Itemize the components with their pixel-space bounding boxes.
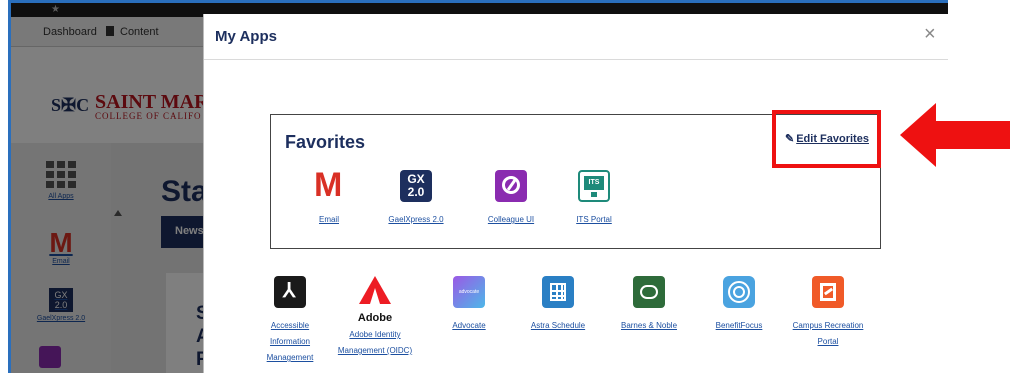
- app-label: Advocate: [452, 321, 486, 330]
- favorite-app-email[interactable]: M Email: [293, 166, 365, 228]
- modal-divider: [204, 59, 948, 60]
- app-benefitfocus[interactable]: BenefitFocus: [702, 276, 776, 334]
- app-label: ITS Portal: [576, 215, 612, 224]
- accessible-icon: ⅄: [274, 276, 306, 308]
- advocate-icon: advocate: [453, 276, 485, 308]
- colleague-icon: [495, 170, 527, 202]
- app-label: GaelXpress 2.0: [388, 215, 444, 224]
- its-portal-icon: ITS: [578, 170, 610, 202]
- favorite-app-its-portal[interactable]: ITS ITS Portal: [558, 170, 630, 228]
- app-advocate[interactable]: advocate Advocate: [434, 276, 504, 334]
- app-label: Accessible Information Management: [266, 321, 314, 362]
- red-arrow-icon: [900, 103, 1010, 167]
- edit-favorites-link[interactable]: ✎ Edit Favorites: [785, 132, 869, 145]
- app-barnes-noble[interactable]: Barnes & Noble: [609, 276, 689, 334]
- benefitfocus-icon: [723, 276, 755, 308]
- app-label: Email: [318, 215, 339, 224]
- app-accessible-information-management[interactable]: ⅄ Accessible Information Management: [252, 276, 328, 366]
- app-label: Adobe Identity Management (OIDC): [337, 330, 413, 355]
- edit-favorites-label: Edit Favorites: [796, 133, 869, 145]
- app-label: Colleague UI: [487, 215, 535, 224]
- gmail-icon: M: [313, 166, 345, 204]
- close-icon[interactable]: ×: [924, 24, 936, 44]
- adobe-wordmark: Adobe: [357, 312, 393, 324]
- campus-recreation-icon: [812, 276, 844, 308]
- favorites-panel: Favorites ✎ Edit Favorites M Email GX 2.0 …: [270, 114, 881, 249]
- app-astra-schedule[interactable]: Astra Schedule: [518, 276, 598, 334]
- app-campus-recreation-portal[interactable]: Campus Recreation Portal: [784, 276, 872, 350]
- app-label: Astra Schedule: [530, 321, 586, 330]
- favorite-app-colleague[interactable]: Colleague UI: [471, 170, 551, 228]
- favorites-title: Favorites: [285, 132, 366, 152]
- gaelxpress-icon: GX2.0: [400, 170, 432, 202]
- adobe-icon: [359, 276, 391, 308]
- its-icon-text: ITS: [584, 176, 604, 190]
- my-apps-modal: My Apps × Favorites ✎ Edit Favorites M Em…: [203, 14, 948, 373]
- pencil-icon: ✎: [785, 133, 795, 145]
- app-label: Barnes & Noble: [620, 321, 678, 330]
- app-adobe-identity-management[interactable]: Adobe Adobe Identity Management (OIDC): [332, 276, 418, 359]
- screenshot: ★ Dashboard Content S✠C SAINT MARY COLLE…: [0, 0, 1013, 373]
- favorite-app-gaelxpress[interactable]: GX 2.0 GaelXpress 2.0: [376, 170, 456, 228]
- app-label: BenefitFocus: [715, 321, 763, 330]
- astra-icon: [542, 276, 574, 308]
- modal-title: My Apps: [215, 28, 277, 45]
- barnes-noble-icon: [633, 276, 665, 308]
- app-label: Campus Recreation Portal: [792, 321, 864, 346]
